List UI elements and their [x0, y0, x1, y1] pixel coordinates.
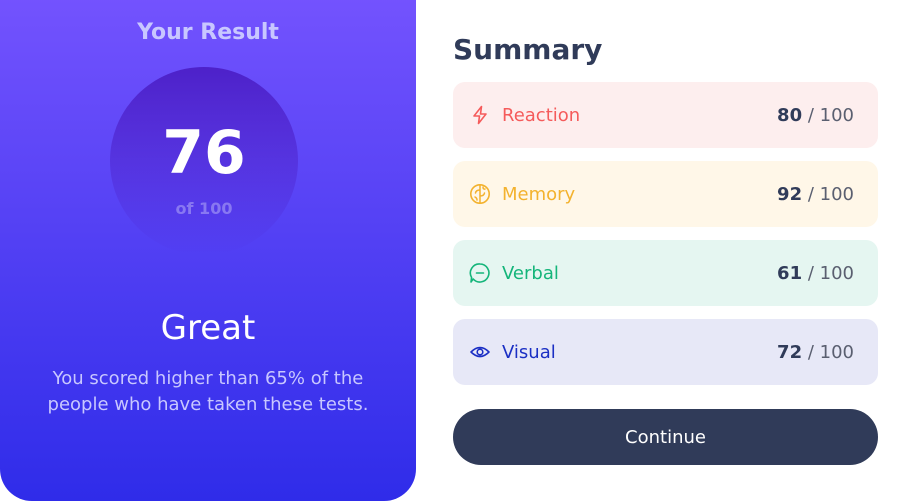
- summary-label: Verbal: [502, 262, 559, 284]
- score-value: 61: [777, 262, 803, 284]
- summary-row-verbal: Verbal 61 / 100: [453, 240, 878, 306]
- summary-score: 61 / 100: [777, 263, 854, 284]
- summary-row-reaction: Reaction 80 / 100: [453, 82, 878, 148]
- summary-label: Visual: [502, 341, 556, 363]
- summary-score: 80 / 100: [777, 105, 854, 126]
- brain-icon: [469, 183, 491, 205]
- score-value: 92: [777, 183, 803, 205]
- score-max: / 100: [807, 341, 854, 363]
- score-value: 76: [162, 118, 246, 188]
- eye-icon: [469, 341, 491, 363]
- score-circle: 76 of 100: [110, 67, 298, 255]
- score-max: / 100: [807, 183, 854, 205]
- summary-score: 72 / 100: [777, 342, 854, 363]
- score-value: 80: [777, 104, 803, 126]
- rating-description: You scored higher than 65% of the people…: [47, 368, 369, 416]
- summary-label: Memory: [502, 183, 576, 205]
- result-panel: Your Result 76 of 100 Great You scored h…: [0, 0, 416, 501]
- score-value: 72: [777, 341, 803, 363]
- result-heading: Your Result: [137, 20, 279, 45]
- rating-label: Great: [160, 308, 256, 348]
- lightning-icon: [469, 104, 491, 126]
- continue-button[interactable]: Continue: [453, 409, 878, 465]
- summary-row-visual: Visual 72 / 100: [453, 319, 878, 385]
- summary-title: Summary: [453, 33, 603, 66]
- score-max: / 100: [807, 104, 854, 126]
- summary-label: Reaction: [502, 104, 581, 126]
- summary-row-memory: Memory 92 / 100: [453, 161, 878, 227]
- summary-list: Reaction 80 / 100 Memory 92 / 100 Verbal: [453, 82, 878, 398]
- score-max: / 100: [807, 262, 854, 284]
- score-of-label: of 100: [175, 199, 233, 218]
- chat-icon: [469, 262, 491, 284]
- results-card: Your Result 76 of 100 Great You scored h…: [0, 0, 904, 501]
- summary-score: 92 / 100: [777, 184, 854, 205]
